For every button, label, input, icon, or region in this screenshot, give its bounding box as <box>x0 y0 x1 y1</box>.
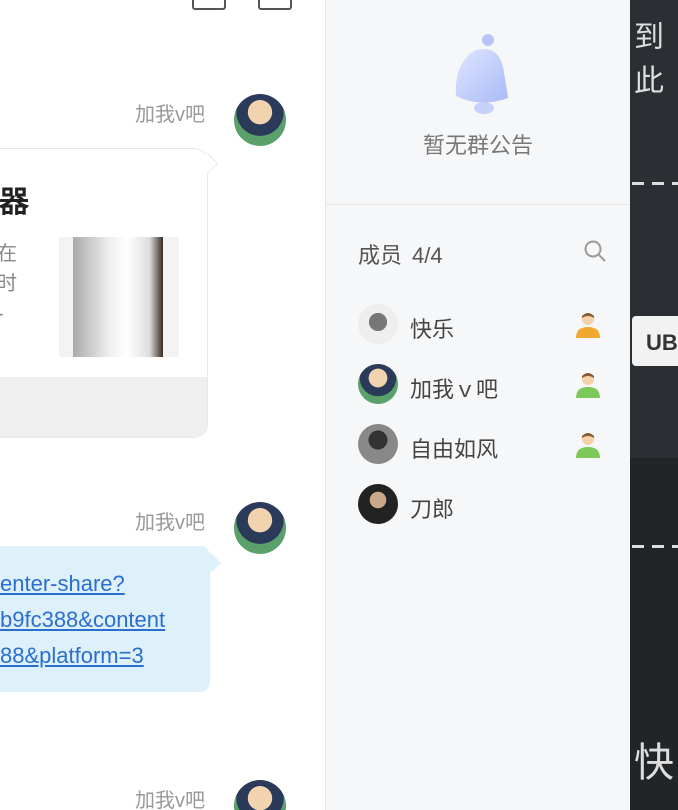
background-text: 快 <box>634 741 674 785</box>
member-item[interactable]: 快乐 <box>358 304 608 348</box>
shared-card[interactable]: 器 在 时 - <box>0 148 208 438</box>
card-title: 器 <box>0 186 29 219</box>
avatar[interactable] <box>234 502 286 554</box>
member-item[interactable]: 加我ｖ吧 <box>358 364 608 408</box>
admin-person-icon <box>576 313 600 338</box>
member-item[interactable]: 刀郎 <box>358 484 608 528</box>
member-name: 自由如风 <box>410 437 499 462</box>
link-message-bubble: enter-share? b9fc388&content 88&platform=3 <box>0 546 210 692</box>
dashed-divider <box>632 182 678 185</box>
folder-icon[interactable] <box>258 0 292 10</box>
background-button[interactable]: UB <box>632 316 678 366</box>
bell-icon <box>455 34 508 114</box>
person-icon <box>576 433 600 458</box>
avatar <box>358 484 398 524</box>
message-sender: 加我v吧 <box>135 790 205 810</box>
card-footer <box>0 377 207 437</box>
members-header: 成员 4/4 <box>358 238 443 270</box>
add-contact-icon[interactable] <box>192 0 226 10</box>
dashed-divider <box>632 545 678 548</box>
members-count: 4/4 <box>412 243 443 268</box>
avatar[interactable] <box>234 94 286 146</box>
chat-pane: 加我v吧 器 在 时 - 加我v吧 enter-share?b9fc388&co… <box>0 0 325 810</box>
avatar <box>358 304 398 344</box>
card-thumbnail <box>59 237 179 357</box>
message-sender: 加我v吧 <box>135 512 205 534</box>
divider <box>326 204 630 205</box>
avatar[interactable] <box>234 780 286 810</box>
member-name: 刀郎 <box>410 497 455 522</box>
shoe-image <box>73 237 163 357</box>
members-title: 成员 <box>358 243 403 268</box>
member-item[interactable]: 自由如风 <box>358 424 608 468</box>
member-name: 快乐 <box>410 317 455 342</box>
message-sender: 加我v吧 <box>135 104 205 126</box>
message-link[interactable]: enter-share? b9fc388&content 88&platform=3 <box>0 566 240 674</box>
search-icon[interactable] <box>584 240 606 262</box>
notice-empty-text: 暂无群公告 <box>422 133 533 158</box>
person-icon <box>576 373 600 398</box>
avatar <box>358 424 398 464</box>
background-text: 到此 <box>634 21 664 98</box>
member-name: 加我ｖ吧 <box>410 377 499 402</box>
avatar <box>358 364 398 404</box>
card-description: 在 时 - <box>0 239 27 329</box>
